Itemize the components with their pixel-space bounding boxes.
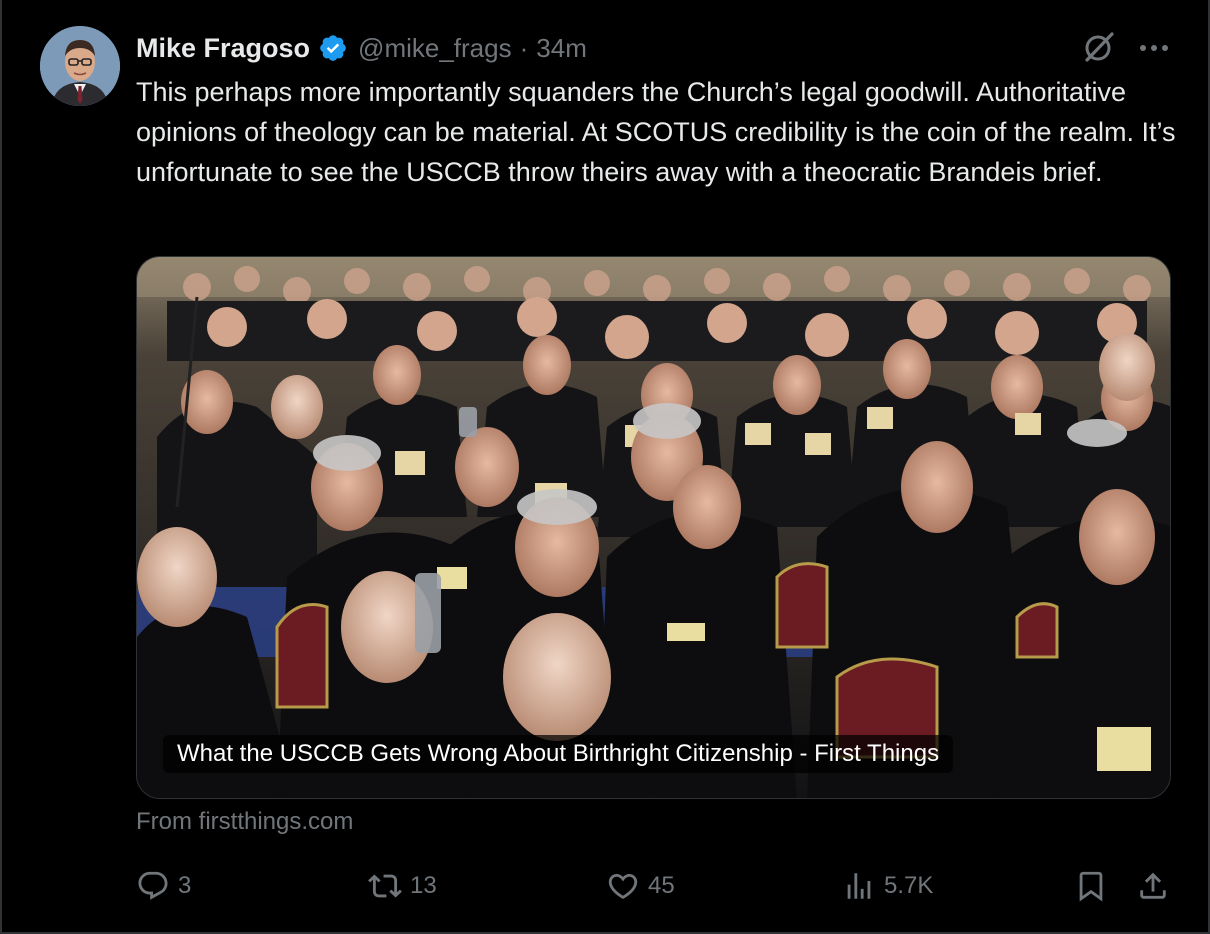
reply-icon [138,871,168,900]
grok-icon[interactable] [1082,30,1116,64]
tweet-header: Mike Fragoso @mike_frags · 34m [136,30,587,66]
bookmark-icon [1079,871,1103,902]
separator-dot: · [519,32,529,63]
card-title[interactable]: What the USCCB Gets Wrong About Birthrig… [163,735,954,773]
card-image [137,257,1170,798]
user-handle[interactable]: @mike_frags [358,33,512,64]
display-name[interactable]: Mike Fragoso [136,33,310,64]
tweet-text: This perhaps more importantly squanders … [136,77,1176,187]
verified-badge-icon [318,33,348,63]
repost-button[interactable]: 13 [368,862,437,910]
more-icon[interactable] [1136,34,1172,62]
reply-count: 3 [178,872,192,899]
repost-count: 13 [410,872,437,899]
reply-button[interactable]: 3 [136,862,191,910]
like-icon [608,873,638,899]
link-card[interactable]: What the USCCB Gets Wrong About Birthrig… [136,256,1171,799]
card-source[interactable]: From firstthings.com [136,808,353,836]
like-button[interactable]: 45 [606,862,675,910]
views-button[interactable]: 5.7K [842,862,933,910]
timestamp[interactable]: 34m [536,33,587,64]
share-icon [1140,872,1166,899]
avatar[interactable] [40,26,120,106]
repost-icon [368,874,402,898]
views-icon [847,873,871,899]
views-count: 5.7K [884,872,934,899]
tweet-container: Mike Fragoso @mike_frags · 34m This perh… [0,0,1210,934]
action-bar: 3 13 45 5.7K [136,862,1176,910]
like-count: 45 [648,872,675,899]
bookmark-button[interactable] [1074,862,1116,910]
share-button[interactable] [1136,862,1178,910]
